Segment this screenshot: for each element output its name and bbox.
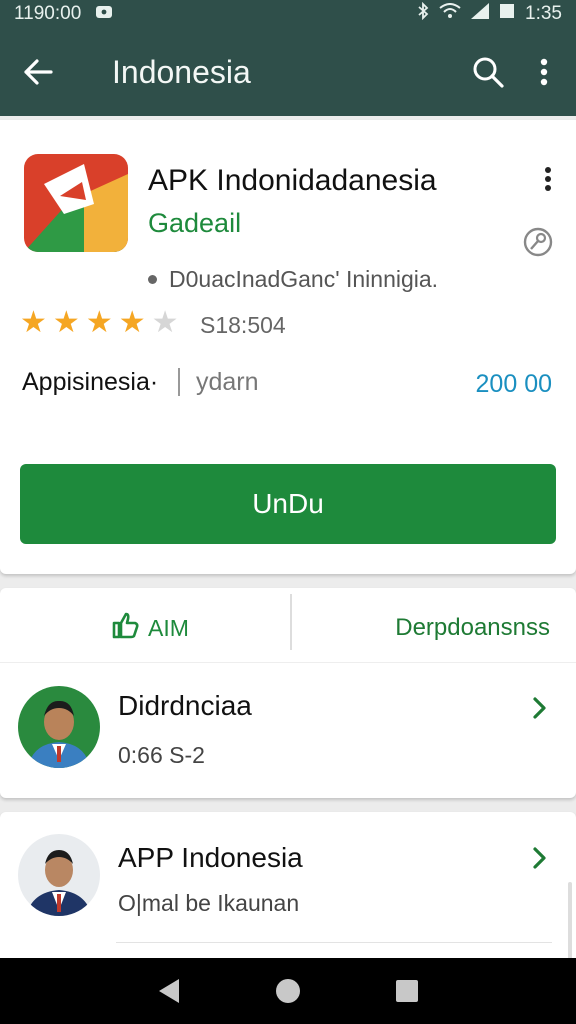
status-time-right: 1:35: [525, 3, 562, 24]
status-bar: 1190:00 1:35: [0, 0, 576, 28]
rating-count: S18:504: [200, 312, 286, 338]
signal-icon: [471, 3, 490, 25]
app-category: Appisinesia·: [22, 368, 159, 396]
page-title: Indonesia: [112, 53, 251, 90]
details-link[interactable]: Derpdoansnss: [395, 614, 550, 642]
app-bar: Indonesia: [0, 28, 576, 116]
actions-card: AIM Derpdoansnss Didrdnciaa 0:66 S-2: [0, 588, 576, 798]
app-name: APK Indonidadanesia: [148, 164, 437, 197]
chevron-right-icon[interactable]: [530, 846, 550, 870]
app-logo: [24, 154, 128, 252]
rating-stars: ★ ★ ★ ★ ★: [20, 306, 179, 340]
action-divider: [290, 594, 292, 650]
list-item-subtitle: 0:66 S-2: [118, 742, 205, 768]
bullet-icon: [148, 275, 157, 284]
badge-icon: [522, 226, 554, 258]
chevron-right-icon[interactable]: [530, 696, 550, 720]
app-meta: D0uacInadGanc' Ininnigia.: [148, 266, 438, 293]
star-filled-icon: ★: [20, 306, 47, 339]
battery-icon: [499, 3, 515, 25]
more-vert-icon[interactable]: [524, 52, 564, 92]
app-category-sub: ydarn: [196, 368, 259, 396]
star-empty-icon: ★: [151, 306, 179, 339]
recents-square-icon[interactable]: [390, 974, 424, 1008]
list-item-card[interactable]: APP Indonesia O|mal be Ikaunan: [0, 812, 576, 972]
category-divider: [178, 368, 180, 396]
app-price: 200 00: [475, 370, 552, 398]
list-item-title: Didrdnciaa: [118, 690, 252, 721]
install-button[interactable]: UnDu: [20, 464, 556, 544]
bluetooth-icon: [417, 1, 429, 26]
app-details-card: APK Indonidadanesia Gadeail D0uacInadGan…: [0, 120, 576, 574]
avatar: [18, 686, 100, 768]
row-divider: [0, 662, 576, 663]
avatar: [18, 834, 100, 916]
system-nav-bar: [0, 958, 576, 1024]
like-button[interactable]: AIM: [110, 610, 189, 646]
row-divider: [116, 942, 552, 943]
arrow-left-icon[interactable]: [18, 52, 58, 92]
scrollbar[interactable]: [568, 882, 572, 962]
star-filled-icon: ★: [118, 306, 146, 339]
search-icon[interactable]: [468, 52, 508, 92]
like-label: AIM: [148, 614, 189, 641]
notification-icon: [95, 3, 113, 25]
back-triangle-icon[interactable]: [152, 974, 186, 1008]
star-filled-icon: ★: [85, 306, 113, 339]
home-circle-icon[interactable]: [271, 974, 305, 1008]
status-time-left: 1190:00: [14, 3, 82, 24]
list-item-subtitle: O|mal be Ikaunan: [118, 890, 300, 916]
overflow-menu-icon[interactable]: [540, 166, 556, 192]
thumbs-up-icon: [110, 610, 140, 646]
wifi-icon: [439, 3, 461, 25]
developer-link[interactable]: Gadeail: [148, 208, 241, 239]
list-item-title: APP Indonesia: [118, 842, 303, 873]
app-meta-text: D0uacInadGanc' Ininnigia.: [169, 266, 439, 292]
star-filled-icon: ★: [52, 306, 80, 339]
